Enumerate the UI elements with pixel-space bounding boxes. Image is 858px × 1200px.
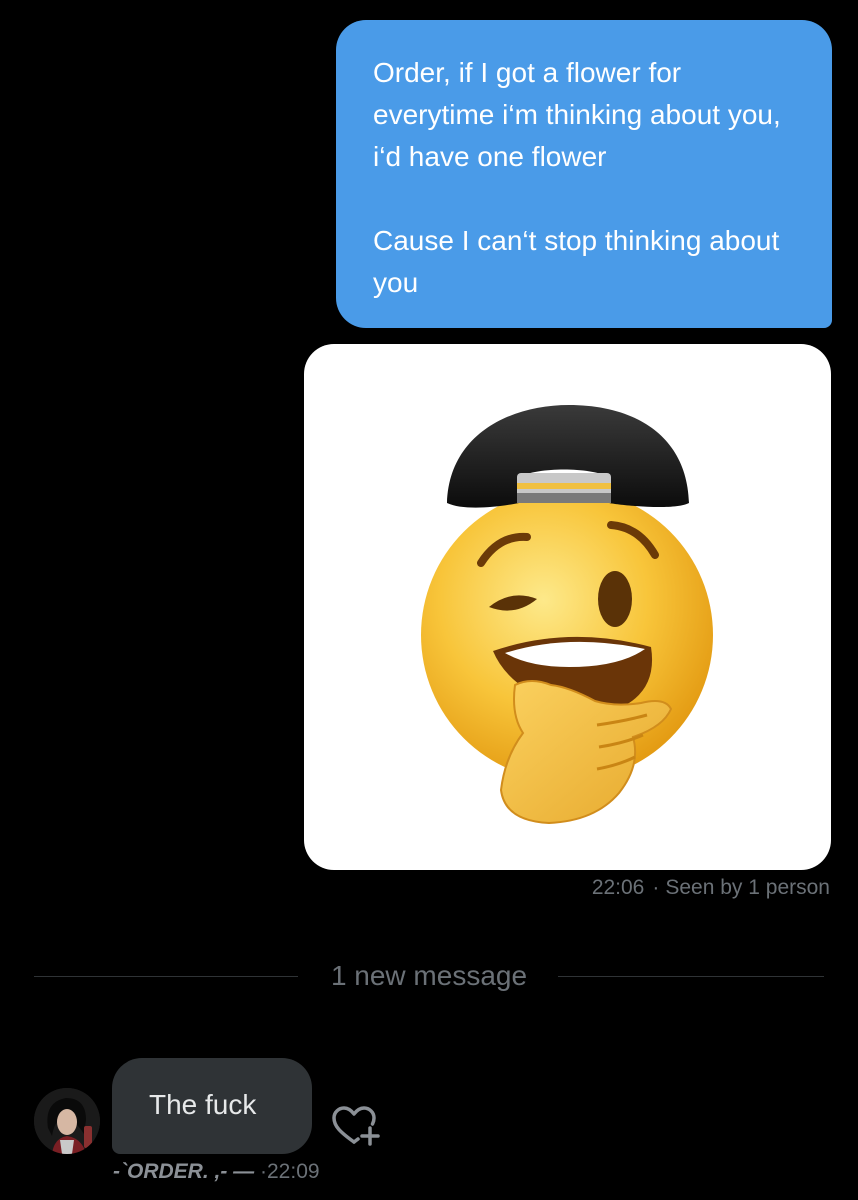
- seen-status: Seen by 1 person: [665, 876, 830, 899]
- heart-plus-icon: [332, 1106, 380, 1146]
- incoming-message-time: 22:09: [267, 1160, 320, 1183]
- incoming-message-bubble[interactable]: The fuck: [112, 1058, 312, 1154]
- avatar-image: [34, 1088, 100, 1154]
- thinking-emoji-sticker: [419, 385, 715, 825]
- outgoing-message-bubble[interactable]: Order, if I got a flower for everytime i…: [336, 20, 832, 328]
- sender-avatar[interactable]: [34, 1088, 100, 1154]
- incoming-message-meta: -`ORDER. ,- — ·22:09: [113, 1156, 320, 1188]
- outgoing-message-text-1: Order, if I got a flower for everytime i…: [373, 57, 781, 172]
- meta-separator: ·: [260, 1160, 267, 1183]
- outgoing-message-text-2: Cause I can‘t stop thinking about you: [373, 225, 780, 298]
- outgoing-image-message[interactable]: [304, 344, 831, 870]
- outgoing-message-meta: 22:06 · Seen by 1 person: [592, 874, 830, 902]
- add-reaction-button[interactable]: [330, 1104, 382, 1150]
- sender-name[interactable]: -`ORDER. ,- —: [113, 1160, 254, 1183]
- outgoing-message-time: 22:06: [591, 876, 645, 899]
- meta-separator: ·: [652, 876, 660, 899]
- incoming-message-text: The fuck: [149, 1089, 257, 1120]
- thinking-emoji-icon: [421, 405, 713, 825]
- new-message-divider-label: 1 new message: [330, 960, 528, 991]
